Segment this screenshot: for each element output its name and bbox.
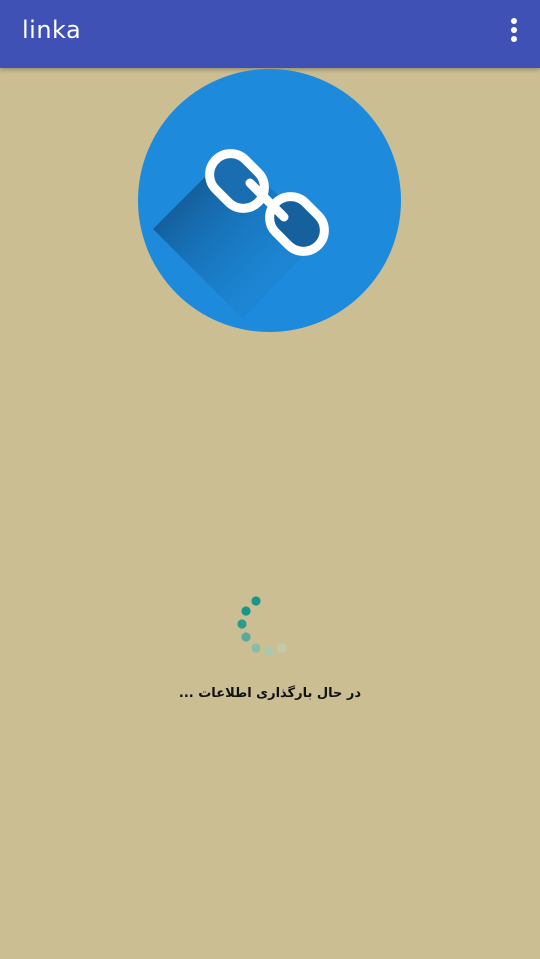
app-title: linka [22, 16, 82, 44]
link-chain-icon [153, 149, 329, 319]
app-logo [138, 69, 401, 332]
loading-message: در حال بارگذاری اطلاعات ... [178, 686, 362, 701]
more-vert-icon[interactable] [504, 18, 524, 46]
app-bar: linka [0, 0, 540, 68]
loading-spinner-icon [232, 590, 302, 660]
